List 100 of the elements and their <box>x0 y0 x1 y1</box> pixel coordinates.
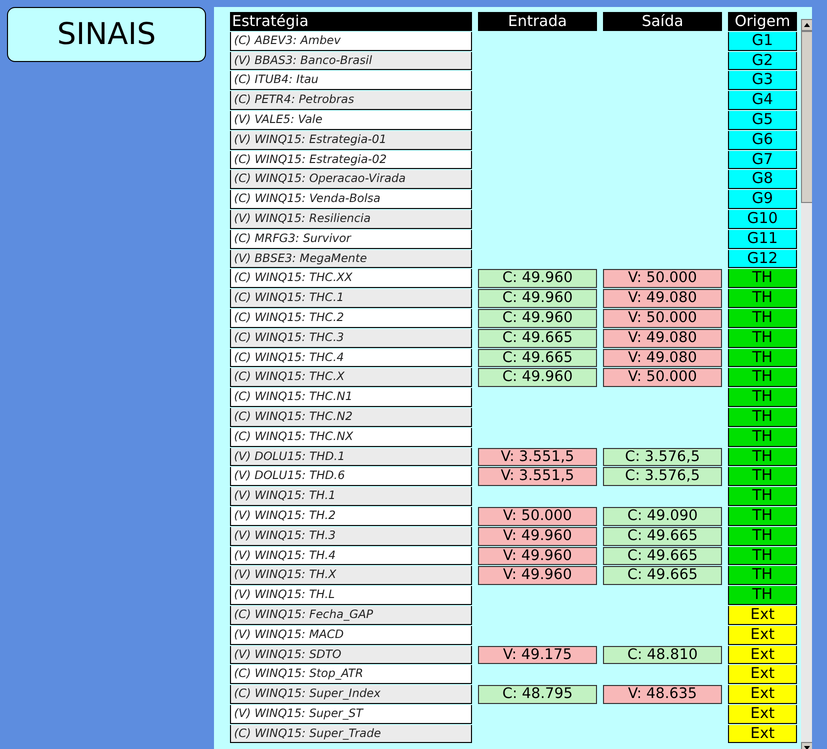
origin-cell: TH <box>728 348 797 368</box>
strategy-cell: (C) WINQ15: Fecha_GAP <box>230 606 472 625</box>
origin-cell: G2 <box>728 52 797 70</box>
origin-cell: TH <box>728 526 797 546</box>
entry-cell: V: 3.551,5 <box>478 467 597 486</box>
strategy-cell: (C) WINQ15: THC.N1 <box>230 388 472 407</box>
origin-cell: TH <box>728 388 797 407</box>
strategy-cell: (V) WINQ15: Resiliencia <box>230 210 472 229</box>
strategy-cell: (V) WINQ15: TH.2 <box>230 506 472 526</box>
strategy-cell: (C) WINQ15: Stop_ATR <box>230 665 472 684</box>
exit-cell: V: 49.080 <box>603 328 722 348</box>
exit-cell: V: 48.635 <box>603 685 722 704</box>
exit-cell: V: 49.080 <box>603 348 722 368</box>
strategy-cell: (C) WINQ15: THC.4 <box>230 348 472 368</box>
origin-cell: TH <box>728 566 797 586</box>
entry-cell: C: 49.960 <box>478 308 597 328</box>
entry-cell: V: 50.000 <box>478 506 597 526</box>
entry-cell: C: 49.960 <box>478 289 597 308</box>
exit-cell: C: 3.576,5 <box>603 467 722 486</box>
entry-cell: V: 49.960 <box>478 566 597 586</box>
origin-cell: TH <box>728 506 797 526</box>
strategy-cell: (V) BBSE3: MegaMente <box>230 250 472 268</box>
column-header: Entrada <box>478 12 597 31</box>
origin-cell: TH <box>728 487 797 506</box>
exit-cell: C: 3.576,5 <box>603 448 722 466</box>
strategy-cell: (V) WINQ15: SDTO <box>230 646 472 664</box>
strategy-cell: (C) ITUB4: Itau <box>230 71 472 90</box>
origin-cell: G7 <box>728 150 797 170</box>
origin-cell: TH <box>728 289 797 308</box>
exit-cell: C: 49.665 <box>603 566 722 586</box>
strategy-cell: (C) WINQ15: THC.2 <box>230 308 472 328</box>
column-header: Estratégia <box>230 12 472 31</box>
origin-cell: G8 <box>728 170 797 190</box>
strategy-cell: (C) PETR4: Petrobras <box>230 91 472 110</box>
entry-cell: C: 49.665 <box>478 348 597 368</box>
exit-cell: V: 49.080 <box>603 289 722 308</box>
origin-cell: TH <box>728 428 797 447</box>
strategy-cell: (V) WINQ15: TH.3 <box>230 526 472 546</box>
origin-cell: TH <box>728 408 797 427</box>
entry-cell: V: 49.175 <box>478 646 597 664</box>
entry-cell: V: 49.960 <box>478 546 597 566</box>
origin-cell: Ext <box>728 685 797 704</box>
strategy-cell: (V) VALE5: Vale <box>230 110 472 130</box>
strategy-cell: (V) WINQ15: TH.4 <box>230 546 472 566</box>
origin-cell: G9 <box>728 190 797 209</box>
exit-cell: C: 49.665 <box>603 546 722 566</box>
scroll-up-icon[interactable] <box>801 19 812 31</box>
strategy-cell: (V) DOLU15: THD.6 <box>230 467 472 486</box>
strategy-cell: (C) ABEV3: Ambev <box>230 32 472 51</box>
entry-cell: C: 49.960 <box>478 368 597 388</box>
strategy-cell: (V) WINQ15: MACD <box>230 626 472 644</box>
origin-cell: G6 <box>728 130 797 150</box>
exit-cell: C: 48.810 <box>603 646 722 664</box>
origin-cell: TH <box>728 467 797 486</box>
exit-cell: V: 50.000 <box>603 368 722 388</box>
origin-cell: TH <box>728 328 797 348</box>
sinais-button[interactable]: SINAIS <box>7 7 206 62</box>
origin-cell: G1 <box>728 32 797 51</box>
strategy-cell: (V) BBAS3: Banco-Brasil <box>230 52 472 70</box>
entry-cell: C: 49.665 <box>478 328 597 348</box>
origin-cell: G11 <box>728 230 797 249</box>
strategy-cell: (C) WINQ15: Estrategia-02 <box>230 150 472 170</box>
origin-cell: Ext <box>728 665 797 684</box>
exit-cell: C: 49.090 <box>603 506 722 526</box>
origin-cell: G5 <box>728 110 797 130</box>
origin-cell: TH <box>728 308 797 328</box>
strategy-cell: (C) WINQ15: THC.XX <box>230 269 472 288</box>
origin-cell: TH <box>728 546 797 566</box>
origin-cell: TH <box>728 586 797 605</box>
entry-cell: V: 49.960 <box>478 526 597 546</box>
strategy-cell: (C) MRFG3: Survivor <box>230 230 472 249</box>
strategy-cell: (C) WINQ15: Venda-Bolsa <box>230 190 472 209</box>
strategy-cell: (V) WINQ15: Estrategia-01 <box>230 130 472 150</box>
column-header: Saída <box>603 12 722 31</box>
strategy-cell: (V) WINQ15: Super_ST <box>230 704 472 724</box>
origin-cell: Ext <box>728 724 797 744</box>
strategy-cell: (C) WINQ15: THC.NX <box>230 428 472 447</box>
strategy-cell: (V) WINQ15: TH.L <box>230 586 472 605</box>
entry-cell: C: 48.795 <box>478 685 597 704</box>
strategy-cell: (C) WINQ15: THC.3 <box>230 328 472 348</box>
strategy-cell: (C) WINQ15: Super_Index <box>230 685 472 704</box>
exit-cell: V: 50.000 <box>603 308 722 328</box>
strategy-cell: (C) WINQ15: Operacao-Virada <box>230 170 472 190</box>
strategy-cell: (C) WINQ15: THC.1 <box>230 289 472 308</box>
origin-cell: G12 <box>728 250 797 268</box>
origin-cell: TH <box>728 368 797 388</box>
exit-cell: V: 50.000 <box>603 269 722 288</box>
origin-cell: TH <box>728 448 797 466</box>
origin-cell: G4 <box>728 91 797 110</box>
column-header: Origem <box>728 12 797 31</box>
strategy-cell: (C) WINQ15: Super_Trade <box>230 724 472 744</box>
origin-cell: Ext <box>728 704 797 724</box>
origin-cell: G3 <box>728 71 797 90</box>
strategy-cell: (V) WINQ15: TH.X <box>230 566 472 586</box>
strategy-cell: (C) WINQ15: THC.X <box>230 368 472 388</box>
origin-cell: G10 <box>728 210 797 229</box>
exit-cell: C: 49.665 <box>603 526 722 546</box>
entry-cell: C: 49.960 <box>478 269 597 288</box>
origin-cell: Ext <box>728 626 797 644</box>
entry-cell: V: 3.551,5 <box>478 448 597 466</box>
